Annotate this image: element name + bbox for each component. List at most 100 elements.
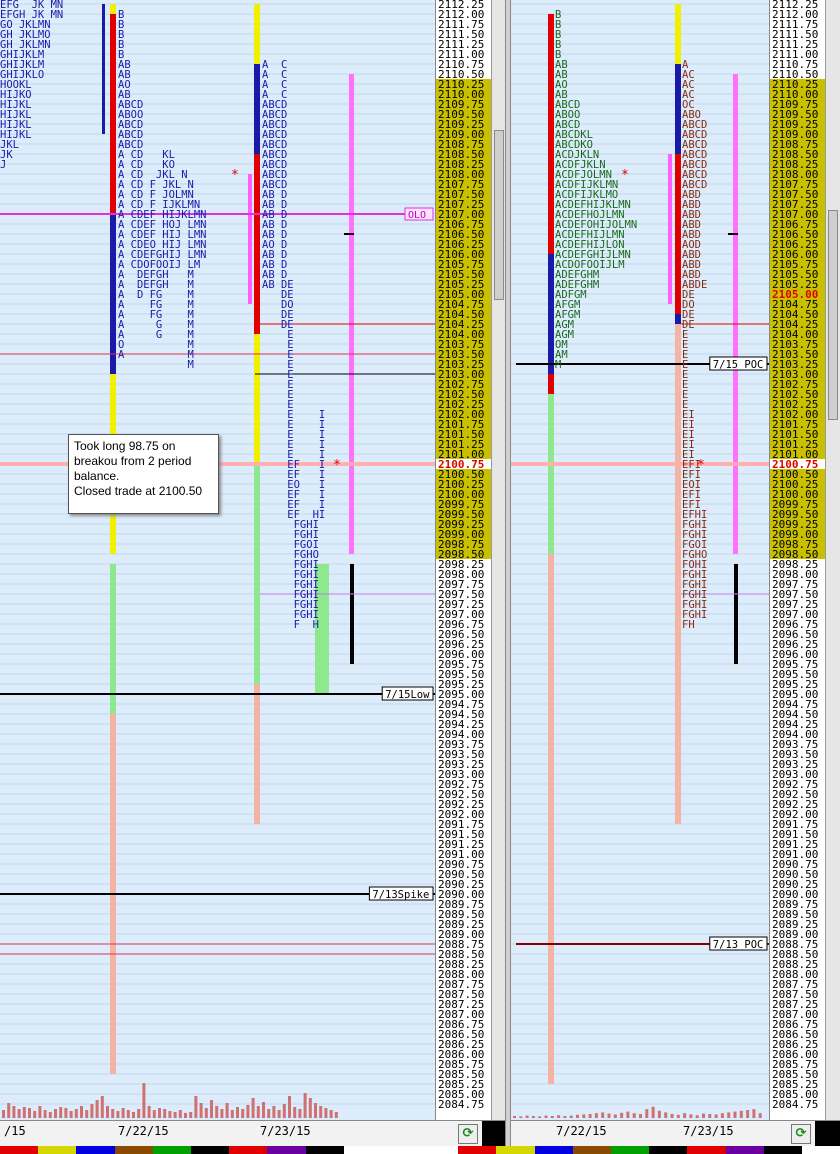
volume-bar	[557, 1115, 561, 1118]
range-bar	[548, 254, 554, 374]
right-profile-chart: 7/15 POC7/13 POC**BBBBBABABAOABABCDABOOA…	[511, 3, 769, 1118]
volume-bar	[645, 1109, 649, 1118]
range-bar	[248, 174, 252, 304]
volume-bar	[178, 1110, 182, 1118]
left-corner-button[interactable]	[482, 1121, 505, 1146]
volume-bar	[293, 1107, 297, 1118]
volume-bar	[298, 1109, 302, 1118]
tpo-row: M	[118, 359, 194, 371]
left-tick-label: 2084.75	[438, 1098, 484, 1111]
volume-bar	[168, 1111, 172, 1118]
volume-bar	[288, 1096, 291, 1118]
volume-bar	[519, 1116, 523, 1118]
volume-bar	[85, 1110, 89, 1118]
volume-bar	[69, 1111, 73, 1118]
volume-bar	[142, 1083, 146, 1118]
volume-bar	[676, 1114, 680, 1118]
volume-bar	[308, 1098, 312, 1118]
volume-bar	[569, 1115, 573, 1118]
volume-bar	[262, 1102, 265, 1118]
volume-bar	[95, 1100, 99, 1118]
volume-bar	[80, 1106, 83, 1118]
volume-bar	[714, 1114, 718, 1118]
ref-label: 7/15Low	[385, 689, 430, 701]
volume-bar	[230, 1110, 234, 1118]
right-price-axis: 2112.25 2112.00 2111.75 2111.50 2111.25 2111.…	[769, 0, 825, 1120]
volume-bar	[613, 1114, 617, 1118]
volume-bar	[683, 1113, 687, 1118]
ref-label: 7/15 POC	[713, 359, 764, 371]
volume-bar	[594, 1113, 598, 1118]
value-bar	[349, 74, 354, 554]
left-date-3: 7/23/15	[260, 1124, 311, 1138]
tpo-row: M	[555, 359, 561, 371]
volume-bar	[74, 1109, 78, 1118]
volume-bar	[241, 1109, 245, 1118]
volume-bar	[319, 1106, 323, 1118]
volume-bar	[282, 1104, 286, 1118]
volume-bar	[17, 1109, 21, 1118]
volume-bar	[22, 1107, 26, 1118]
left-refresh-icon[interactable]: ⟳	[458, 1124, 478, 1144]
volume-bar	[184, 1113, 187, 1118]
volume-bar	[256, 1106, 260, 1118]
volume-bar	[513, 1116, 516, 1118]
volume-bar	[657, 1110, 661, 1118]
range-bar	[254, 464, 260, 684]
volume-bar	[277, 1110, 281, 1118]
right-tick-label: 2084.75	[772, 1098, 818, 1111]
volume-bar	[727, 1112, 731, 1118]
volume-bar	[106, 1106, 109, 1118]
olo-label: OLO	[408, 210, 426, 221]
volume-bar	[670, 1114, 674, 1118]
volume-bar	[746, 1110, 750, 1118]
volume-bar	[100, 1096, 104, 1118]
volume-bar	[43, 1110, 47, 1118]
right-refresh-icon[interactable]: ⟳	[791, 1124, 811, 1144]
volume-bar	[588, 1114, 592, 1118]
value-bar	[734, 564, 738, 664]
volume-bar	[38, 1106, 42, 1118]
volume-bar	[334, 1112, 338, 1118]
volume-bar	[33, 1111, 37, 1118]
range-bar	[675, 154, 681, 314]
tpo-row: F H	[262, 619, 319, 631]
volume-bar	[758, 1113, 762, 1118]
volume-bar	[303, 1093, 307, 1118]
volume-bar	[626, 1111, 630, 1118]
right-date-bar: 7/22/15 7/23/15 ⟳	[511, 1120, 840, 1146]
left-date-1: /15	[4, 1124, 26, 1138]
volume-bar	[550, 1116, 554, 1118]
left-chart-pane[interactable]: 7/15Low 7/13Spike OLO * * EFG JK MN EFGH JK MN…	[0, 0, 435, 1120]
right-scrollbar[interactable]	[825, 0, 840, 1120]
left-profile-chart: 7/15Low7/13SpikeOLO**EFG JK MNEFGH JK MN…	[0, 0, 435, 1118]
right-price-axis-labels: 2112.252112.002111.752111.502111.252111.…	[770, 0, 825, 1111]
right-chart-pane[interactable]: 7/15 POC 7/13 POC * * B B B B B AB AB AO AB ABCD ABOO A…	[511, 0, 769, 1120]
asterisk-icon: *	[621, 168, 629, 183]
volume-bar	[236, 1107, 239, 1118]
right-corner-button[interactable]	[815, 1121, 840, 1146]
volume-bar	[225, 1103, 229, 1118]
volume-bar	[152, 1110, 156, 1118]
volume-bar	[246, 1105, 250, 1118]
range-bar	[668, 154, 672, 304]
volume-bar	[158, 1108, 161, 1118]
ref-label: 7/13 POC	[713, 939, 764, 951]
ref-label: 7/13Spike	[372, 889, 429, 901]
volume-bar	[620, 1112, 624, 1118]
volume-bar	[267, 1109, 271, 1118]
volume-bar	[7, 1103, 11, 1118]
volume-bar	[137, 1109, 141, 1118]
volume-bar	[632, 1113, 636, 1118]
range-bar	[102, 4, 105, 134]
left-price-axis-labels: 2112.252112.002111.752111.502111.252111.…	[436, 0, 491, 1111]
volume-bar	[601, 1112, 605, 1118]
volume-bar	[708, 1114, 712, 1118]
volume-bar	[329, 1110, 333, 1118]
right-scroll-thumb[interactable]	[828, 210, 838, 420]
left-scroll-thumb[interactable]	[494, 130, 504, 300]
volume-bar	[576, 1114, 579, 1118]
volume-bar	[90, 1104, 94, 1118]
color-strip	[0, 1146, 840, 1154]
left-scrollbar[interactable]	[491, 0, 505, 1120]
